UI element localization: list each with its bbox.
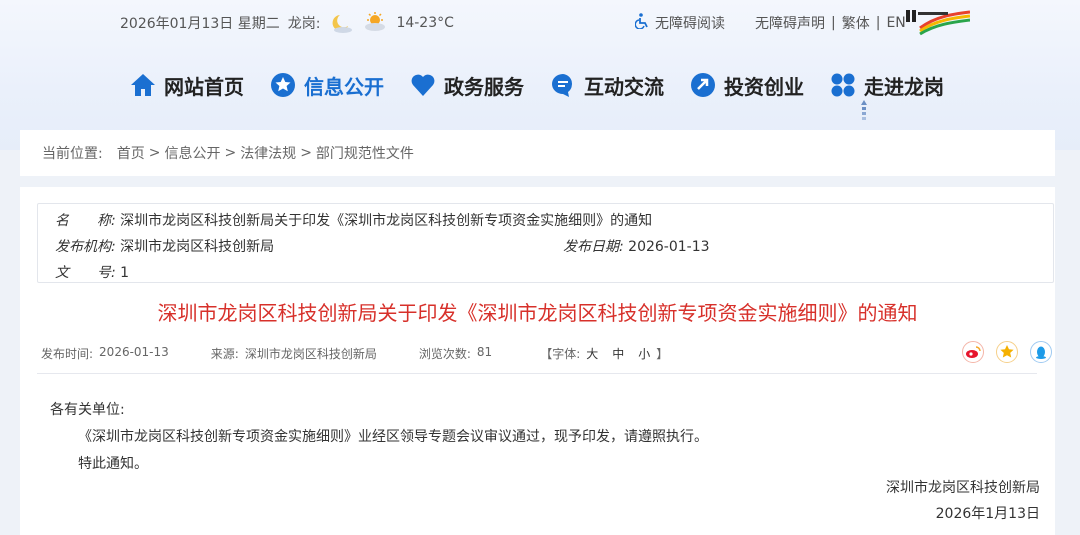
heart-icon [411, 74, 435, 96]
date-text: 2026年01月13日 星期二 [120, 16, 280, 32]
meta-name-value: 深圳市龙岗区科技创新局关于印发《深圳市龙岗区科技创新专项资金实施细则》的通知 [120, 213, 653, 229]
breadcrumb-sep: > [300, 145, 312, 161]
meta-number-value: 1 [120, 265, 130, 281]
weibo-icon[interactable] [962, 341, 984, 363]
moon-night-icon [328, 12, 354, 34]
meta-number-label: 文 号: [55, 265, 116, 281]
breadcrumb-dept-docs[interactable]: 部门规范性文件 [316, 143, 414, 163]
meta-date-label: 发布日期: [563, 239, 624, 255]
meta-org-label: 发布机构: [55, 239, 116, 255]
sun-cloud-icon [362, 12, 388, 34]
temperature-text: 14-23°C [396, 15, 454, 31]
nav-label: 互动交流 [584, 74, 664, 99]
top-bar: 2026年01月13日 星期二 龙岗: 14-23°C 无障碍阅读 无障碍声明 … [120, 12, 980, 34]
breadcrumb-sep: > [148, 145, 161, 161]
meta-name-label: 名 称: [55, 213, 116, 229]
article-info-bar: 发布时间: 2026-01-13 来源: 深圳市龙岗区科技创新局 浏览次数: 8… [41, 345, 674, 362]
views-label: 浏览次数: [418, 347, 471, 361]
divider [37, 373, 1037, 374]
wheelchair-icon [634, 13, 649, 33]
english-link[interactable]: EN [886, 15, 905, 31]
breadcrumb-label: 当前位置: [42, 146, 103, 162]
accessibility-statement-link[interactable]: 无障碍声明 [755, 13, 825, 33]
font-small-button[interactable]: 小 [638, 345, 650, 362]
document-meta-box: 名 称: 深圳市龙岗区科技创新局关于印发《深圳市龙岗区科技创新专项资金实施细则》… [37, 203, 1054, 283]
separator: | [875, 15, 881, 31]
location-label: 龙岗: [287, 16, 321, 32]
greeting: 各有关单位: [50, 402, 125, 418]
source-value: 深圳市龙岗区科技创新局 [244, 347, 377, 361]
font-medium-button[interactable]: 中 [612, 345, 624, 362]
views-value: 81 [476, 345, 493, 359]
arrow-circle-icon [691, 73, 715, 97]
signature-date: 2026年1月13日 [935, 506, 1040, 522]
font-large-button[interactable]: 大 [586, 345, 598, 362]
font-size-label: 【字体: [540, 347, 581, 361]
publish-time-label: 发布时间: [41, 347, 94, 361]
meta-date-value: 2026-01-13 [628, 239, 710, 255]
nav-label: 走进龙岗 [864, 74, 944, 99]
breadcrumb-info-public[interactable]: 信息公开 [164, 143, 220, 163]
favorite-star-icon[interactable] [996, 341, 1018, 363]
paragraph: 特此通知。 [78, 456, 148, 472]
traditional-chinese-link[interactable]: 繁体 [842, 13, 870, 33]
nav-info-public[interactable]: 信息公开 [270, 68, 384, 102]
meta-org-value: 深圳市龙岗区科技创新局 [120, 239, 275, 255]
signature-org: 深圳市龙岗区科技创新局 [886, 480, 1040, 496]
active-marker-icon [860, 100, 868, 126]
paragraph: 《深圳市龙岗区科技创新专项资金实施细则》业经区领导专题会议审议通过，现予印发，请… [78, 429, 708, 445]
nav-home[interactable]: 网站首页 [130, 68, 244, 102]
nav-investment[interactable]: 投资创业 [690, 68, 804, 102]
chat-icon [552, 74, 573, 97]
publish-time-value: 2026-01-13 [99, 345, 169, 359]
breadcrumb-sep: > [224, 145, 237, 161]
breadcrumb-home[interactable]: 首页 [117, 143, 145, 163]
source-label: 来源: [210, 347, 239, 361]
article-card: 名 称: 深圳市龙岗区科技创新局关于印发《深圳市龙岗区科技创新专项资金实施细则》… [20, 187, 1055, 535]
nav-label: 政务服务 [444, 74, 524, 99]
share-bar [962, 341, 1052, 363]
grid-clover-icon [831, 73, 855, 97]
separator: | [831, 15, 836, 31]
breadcrumb: 当前位置: 首页 > 信息公开 > 法律法规 > 部门规范性文件 [20, 130, 1055, 176]
nav-label: 投资创业 [724, 74, 804, 99]
nav-label: 信息公开 [304, 74, 384, 99]
article-title: 深圳市龙岗区科技创新局关于印发《深圳市龙岗区科技创新专项资金实施细则》的通知 [157, 301, 918, 325]
nav-label: 网站首页 [164, 74, 244, 99]
breadcrumb-laws[interactable]: 法律法规 [240, 143, 296, 163]
main-nav: 网站首页 信息公开 政务服务 互动交流 投资创业 走进龙岗 [130, 68, 970, 102]
article-body: 各有关单位: 《深圳市龙岗区科技创新专项资金实施细则》业经区领导专题会议审议通过… [50, 397, 708, 478]
nav-services[interactable]: 政务服务 [410, 68, 524, 102]
home-icon [131, 74, 155, 96]
nav-interaction[interactable]: 互动交流 [550, 68, 664, 102]
star-badge-icon [271, 73, 295, 97]
font-size-close: 】 [656, 347, 669, 361]
nav-about-longgang[interactable]: 走进龙岗 [830, 68, 944, 102]
qq-icon[interactable] [1030, 341, 1052, 363]
accessibility-read-link[interactable]: 无障碍阅读 [655, 13, 725, 33]
shenzhen-logo[interactable] [906, 8, 971, 38]
